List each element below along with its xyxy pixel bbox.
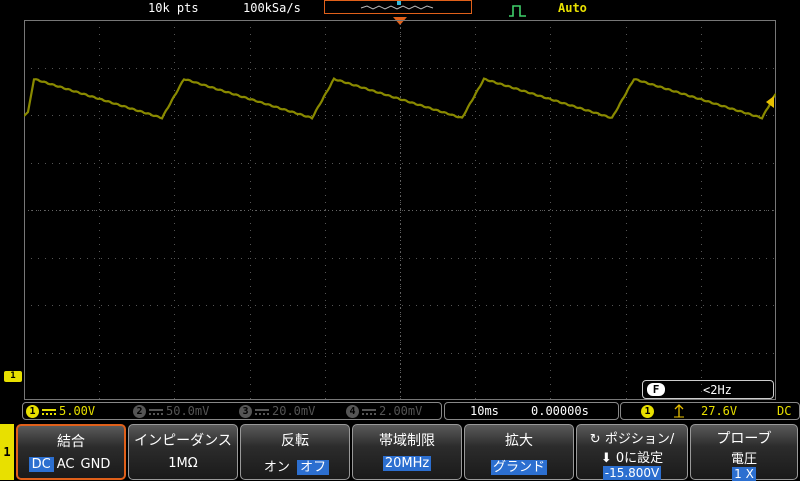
filter-value: <2Hz xyxy=(703,383,732,397)
rising-edge-icon xyxy=(508,2,528,21)
trigger-status[interactable]: 1 27.6V DC xyxy=(620,402,800,420)
probe-label: プローブ xyxy=(716,431,772,447)
bandwidth-button[interactable]: 帯域制限 20MHz xyxy=(352,424,462,480)
trigger-level-marker[interactable] xyxy=(766,96,774,108)
invert-off[interactable]: オフ xyxy=(297,460,330,475)
impedance-button[interactable]: インピーダンス 1MΩ xyxy=(128,424,238,480)
invert-options: オン オフ xyxy=(241,456,349,475)
bandwidth-value: 20MHz xyxy=(382,456,432,471)
trigger-coupling: DC xyxy=(777,404,792,418)
filter-indicator: F <2Hz xyxy=(642,380,774,399)
position-label: ↻ ポジション/ xyxy=(589,432,675,447)
position-reset: ⬇ 0に設定 xyxy=(600,451,664,466)
expand-value: グランド xyxy=(490,460,547,475)
graticule xyxy=(24,20,776,400)
memory-map[interactable] xyxy=(324,0,472,14)
timebase-status[interactable]: 10ms 0.00000s xyxy=(444,402,619,420)
trigger-level: 27.6V xyxy=(701,404,738,418)
record-length: 10k pts xyxy=(148,1,199,15)
coupling-dc[interactable]: DC xyxy=(28,457,54,472)
expand-label: 拡大 xyxy=(505,433,533,449)
ch2-scale[interactable]: 2 50.0mV xyxy=(133,404,209,418)
coupling-button[interactable]: 結合 DC AC GND xyxy=(16,424,126,480)
channel-status-bar: 1 5.00V 2 50.0mV 3 20.0mV 4 2.00mV 10ms 0.00… xyxy=(22,402,800,420)
impedance-label: インピーダンス xyxy=(134,433,232,449)
trigger-mode: Auto xyxy=(558,1,587,15)
probe-button[interactable]: プローブ 電圧 1 X xyxy=(690,424,798,481)
channel-menu-tab[interactable]: 1 xyxy=(0,424,14,480)
coupling-ac[interactable]: AC xyxy=(54,457,78,472)
position-value: -15.800V xyxy=(602,466,662,480)
channel-scales: 1 5.00V 2 50.0mV 3 20.0mV 4 2.00mV xyxy=(22,402,442,420)
rotate-knob-icon: ↻ xyxy=(589,432,601,447)
set-zero-icon: ⬇ xyxy=(600,451,612,466)
invert-label: 反転 xyxy=(281,433,309,449)
bandwidth-label: 帯域制限 xyxy=(379,433,435,449)
probe-type: 電圧 xyxy=(730,452,757,467)
filter-badge: F xyxy=(647,383,665,396)
ch1-ground-marker[interactable]: 1 xyxy=(4,371,22,382)
coupling-options: DC AC GND xyxy=(18,457,124,472)
horizontal-position: 0.00000s xyxy=(531,404,589,418)
coupling-gnd[interactable]: GND xyxy=(78,457,114,472)
sample-rate: 100kSa/s xyxy=(243,1,301,15)
expand-button[interactable]: 拡大 グランド xyxy=(464,424,574,480)
ch1-scale[interactable]: 1 5.00V xyxy=(26,404,95,418)
position-button[interactable]: ↻ ポジション/ ⬇ 0に設定 -15.800V xyxy=(576,424,688,480)
invert-button[interactable]: 反転 オン オフ xyxy=(240,424,350,480)
probe-value: 1 X xyxy=(732,467,756,481)
trigger-slope-icon xyxy=(673,404,685,421)
ch3-scale[interactable]: 3 20.0mV xyxy=(239,404,315,418)
coupling-label: 結合 xyxy=(57,434,85,450)
impedance-value: 1MΩ xyxy=(168,456,198,471)
ch4-scale[interactable]: 4 2.00mV xyxy=(346,404,422,418)
timebase-value: 10ms xyxy=(470,404,499,418)
trigger-source: 1 xyxy=(641,404,654,418)
invert-on[interactable]: オン xyxy=(261,460,293,475)
